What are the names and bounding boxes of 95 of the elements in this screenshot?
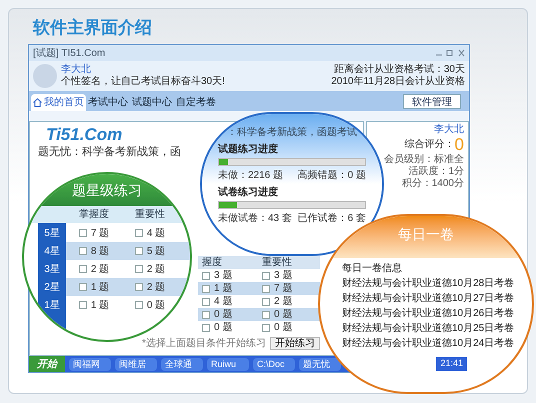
table-cell-text: 8 题 — [90, 244, 110, 258]
nav-tab[interactable]: 考试中心 — [86, 94, 130, 111]
star-level-label: 1星 — [43, 298, 61, 312]
checkbox-icon — [202, 284, 210, 292]
window-controls-icon — [435, 49, 465, 57]
checkbox-icon — [202, 298, 210, 306]
countdown-text: 距离会计从业资格考试：30天 — [334, 64, 465, 76]
taskbar-item[interactable]: 闽维居 — [115, 358, 157, 370]
taskbar-item[interactable]: 题无忧 — [299, 358, 341, 370]
checkbox-icon — [202, 324, 210, 332]
profile-stat: 积分：1400分 — [402, 178, 464, 190]
table-cell-text: 7 题 — [90, 226, 110, 240]
checkbox-icon — [134, 229, 143, 237]
start-menu-button[interactable]: 开始 — [29, 356, 65, 372]
progress-stat: 高频错题：0 题 — [298, 169, 366, 182]
table-cell-text: 0 题 — [146, 298, 166, 312]
logo-text: Ti51.Com — [46, 126, 122, 144]
countdown-text: 2010年11月28日会计从业资格 — [331, 76, 465, 88]
checkbox-icon — [262, 324, 270, 332]
signature-text: 个性签名，让自己考试目标奋斗30天! — [61, 76, 225, 88]
star-level-label: 5星 — [43, 226, 61, 240]
start-button[interactable]: 开始练习 — [270, 337, 320, 350]
table-cell-text: 5 题 — [146, 244, 166, 258]
home-icon — [33, 98, 42, 107]
section-title: 每日一卷 — [398, 226, 454, 244]
column-header: 握度 — [201, 256, 223, 268]
table-cell: 3 题 — [274, 270, 292, 282]
clock-text: 21:41 — [436, 357, 467, 371]
star-level-label: 3星 — [43, 262, 61, 276]
progress-title: 试卷练习进度 — [218, 186, 278, 199]
checkbox-icon — [78, 229, 87, 237]
taskbar-item[interactable]: 全球通 — [161, 358, 203, 370]
table-cell-text: 2 题 — [146, 280, 166, 294]
user-name: 李大北 — [61, 64, 92, 76]
nav-tab[interactable]: 自定考卷 — [174, 94, 218, 111]
table-cell: 2 题 — [274, 296, 292, 308]
progress-title: 试题练习进度 — [218, 143, 278, 156]
hint-text: *选择上面题目条件开始练习 — [142, 336, 266, 351]
star-level-label: 4星 — [43, 244, 61, 258]
checkbox-icon — [78, 301, 87, 309]
checkbox-icon — [134, 283, 143, 291]
column-header: 掌握度 — [78, 208, 110, 222]
table-cell: 0 题 — [274, 322, 292, 334]
avatar — [33, 64, 57, 88]
score-value: 0 — [454, 136, 464, 154]
checkbox-icon — [202, 310, 210, 318]
table-cell-text: 4 题 — [146, 226, 166, 240]
nav-tab[interactable]: 我的首页 — [31, 94, 86, 111]
profile-stat: 活跃度：1分 — [408, 166, 464, 178]
page-title: 软件主界面介绍 — [33, 17, 152, 39]
section-title: 题星级练习 — [72, 182, 142, 200]
user-name: 李大北 — [434, 124, 464, 136]
table-cell: 0 题 — [214, 308, 232, 320]
table-cell: 0 题 — [214, 322, 232, 334]
star-level-label: 2星 — [43, 280, 61, 294]
table-cell-text: 1 题 — [90, 298, 110, 312]
taskbar-item[interactable]: C:\Doc — [253, 358, 295, 370]
column-header: 重要性 — [261, 256, 293, 268]
exam-paper-link[interactable]: 财经法规与会计职业道德10月26日考卷 — [342, 307, 514, 320]
exam-paper-link[interactable]: 财经法规与会计职业道德10月27日考卷 — [342, 292, 514, 305]
checkbox-icon — [262, 310, 270, 318]
score-label: 综合评分： — [404, 139, 455, 151]
table-cell: 4 题 — [214, 296, 232, 308]
table-cell-text: 2 题 — [146, 262, 166, 276]
table-cell: 3 题 — [214, 270, 232, 282]
table-cell: 1 题 — [214, 282, 232, 294]
profile-stat: 会员级别：标准全 — [384, 154, 464, 166]
checkbox-icon — [262, 284, 270, 292]
table-cell: 0 题 — [274, 308, 292, 320]
checkbox-icon — [134, 301, 143, 309]
column-header: 重要性 — [134, 208, 166, 222]
checkbox-icon — [78, 283, 87, 291]
checkbox-icon — [262, 272, 270, 280]
taskbar-item[interactable]: 闽福网 — [69, 358, 111, 370]
checkbox-icon — [78, 265, 87, 273]
table-cell-text: 2 题 — [90, 262, 110, 276]
exam-paper-link[interactable]: 财经法规与会计职业道德10月28日考卷 — [342, 277, 514, 290]
checkbox-icon — [134, 265, 143, 273]
exam-paper-link[interactable]: 财经法规与会计职业道德10月25日考卷 — [342, 322, 514, 335]
taskbar-item[interactable]: Ruiwu — [207, 358, 249, 370]
exam-paper-link[interactable]: 财经法规与会计职业道德10月24日考卷 — [342, 337, 514, 350]
window-title: [试题] TI51.Com — [33, 46, 106, 60]
checkbox-icon — [78, 247, 87, 255]
slogan-text: 题无忧：科学备考新战策，函 — [38, 144, 181, 160]
exam-paper-link[interactable]: 每日一卷信息 — [342, 262, 402, 275]
checkbox-icon — [262, 298, 270, 306]
progress-stat: 未做试卷：43 套 — [218, 212, 292, 225]
manage-button[interactable]: 软件管理 — [403, 94, 461, 109]
checkbox-icon — [134, 247, 143, 255]
nav-tab[interactable]: 试题中心 — [130, 94, 174, 111]
progress-stat: 已作试卷：6 套 — [298, 212, 366, 225]
table-cell: 7 题 — [274, 282, 292, 294]
progress-stat: 未做：2216 题 — [218, 169, 284, 182]
table-cell-text: 1 题 — [90, 280, 110, 294]
checkbox-icon — [202, 272, 210, 280]
